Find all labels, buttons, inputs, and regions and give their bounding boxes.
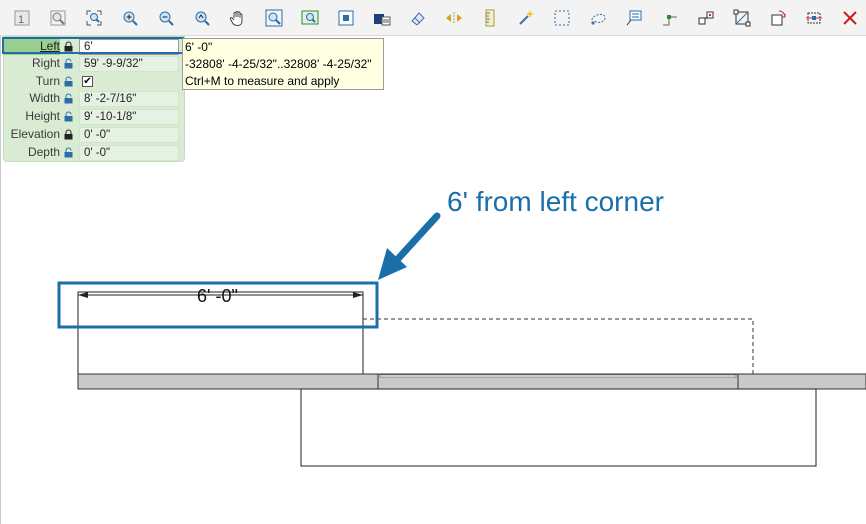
property-label[interactable]: Left bbox=[4, 38, 60, 55]
property-row-right[interactable]: Right 59' -9-9/32" bbox=[4, 55, 184, 72]
lock-closed-icon[interactable] bbox=[63, 41, 74, 52]
property-row-elevation[interactable]: Elevation 0' -0" bbox=[4, 126, 184, 143]
dimension-arrow-left bbox=[78, 292, 88, 298]
property-row-width[interactable]: Width 8' -2-7/16" bbox=[4, 90, 184, 107]
lower-box[interactable] bbox=[300, 388, 817, 467]
dimension-label: 6' -0" bbox=[197, 286, 238, 306]
tooltip-value: 6' -0" bbox=[185, 40, 213, 54]
dimension-arrow-right bbox=[353, 292, 363, 298]
property-label: Elevation bbox=[10, 127, 60, 141]
property-input[interactable]: 59' -9-9/32" bbox=[79, 56, 179, 72]
dashed-outline bbox=[363, 318, 754, 374]
turn-checkbox[interactable]: ✔ bbox=[82, 76, 93, 87]
lock-open-icon[interactable] bbox=[63, 58, 74, 69]
tooltip-hint: Ctrl+M to measure and apply bbox=[185, 74, 340, 88]
property-label: Right bbox=[31, 56, 60, 70]
property-label: Height bbox=[25, 109, 60, 123]
lock-open-icon[interactable] bbox=[63, 147, 74, 158]
property-input[interactable]: 6' bbox=[79, 39, 179, 55]
measure-tooltip: 6' -0" -32808' -4-25/32"..32808' -4-25/3… bbox=[182, 38, 384, 90]
property-input[interactable]: 0' -0" bbox=[79, 127, 179, 143]
property-input[interactable]: 0' -0" bbox=[79, 145, 179, 161]
wall-opening-top bbox=[379, 374, 737, 378]
properties-panel: Left 6' Right 59' -9-9/32" Turn ✔ Width … bbox=[3, 36, 185, 162]
property-input[interactable]: 8' -2-7/16" bbox=[79, 91, 179, 107]
callout-annotation: 6' from left corner bbox=[447, 186, 664, 217]
lock-open-icon[interactable] bbox=[63, 111, 74, 122]
lock-open-icon[interactable] bbox=[63, 76, 74, 87]
property-row-left[interactable]: Left 6' bbox=[4, 38, 184, 55]
callout-arrow-shaft bbox=[392, 212, 441, 265]
property-row-turn[interactable]: Turn ✔ bbox=[4, 73, 184, 90]
lock-closed-icon[interactable] bbox=[63, 129, 74, 140]
property-input[interactable]: 9' -10-1/8" bbox=[79, 109, 179, 125]
tooltip-range: -32808' -4-25/32"..32808' -4-25/32" bbox=[185, 57, 372, 71]
property-label: Width bbox=[29, 91, 60, 105]
property-row-height[interactable]: Height 9' -10-1/8" bbox=[4, 108, 184, 125]
property-row-depth[interactable]: Depth 0' -0" bbox=[4, 144, 184, 161]
property-label: Depth bbox=[27, 145, 60, 159]
property-label: Turn bbox=[35, 74, 60, 88]
lock-open-icon[interactable] bbox=[63, 93, 74, 104]
